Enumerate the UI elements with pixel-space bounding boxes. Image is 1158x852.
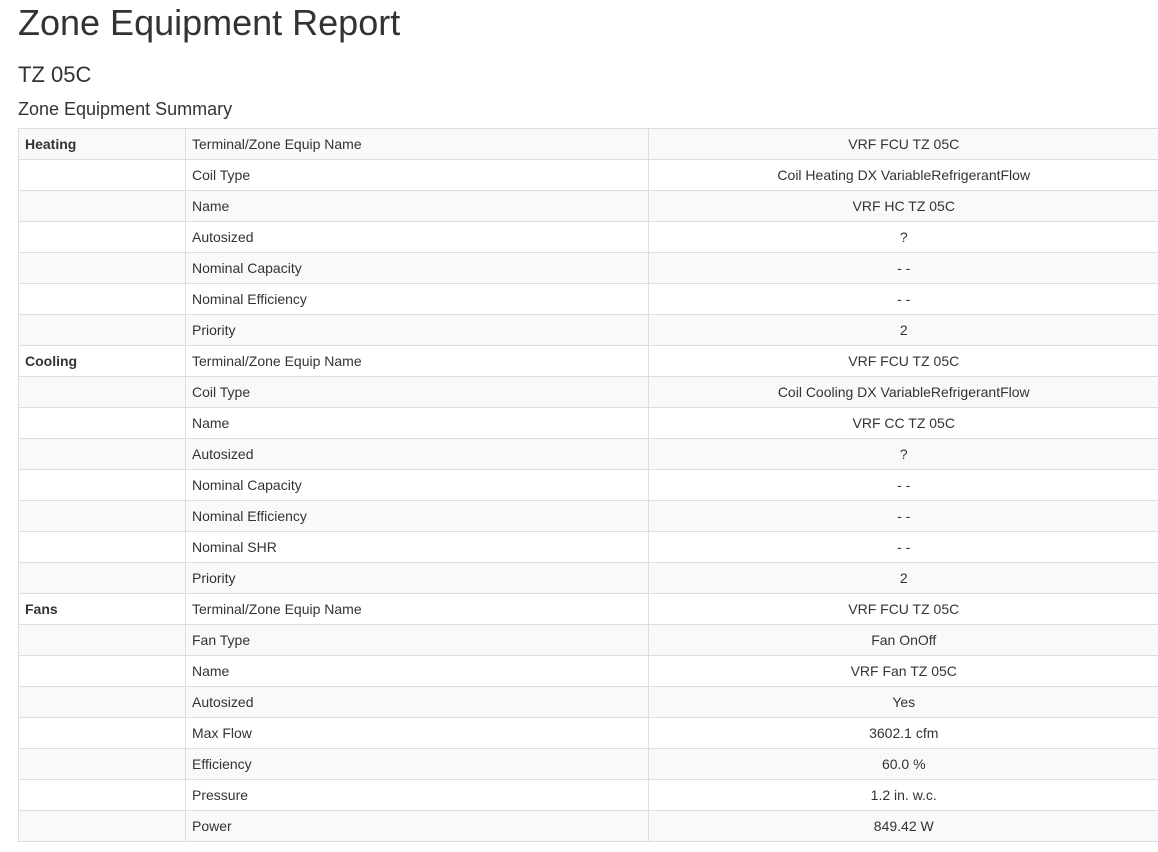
table-row: Nominal Efficiency - -	[18, 283, 1158, 315]
value-cell: - -	[648, 500, 1158, 532]
property-cell: Power	[185, 810, 649, 842]
property-cell: Name	[185, 655, 649, 687]
table-row: Heating Terminal/Zone Equip Name VRF FCU T…	[18, 128, 1158, 160]
table-row: Name VRF HC TZ 05C	[18, 190, 1158, 222]
group-cell	[18, 252, 186, 284]
table-row: Fan Type Fan OnOff	[18, 624, 1158, 656]
table-row: Autosized Yes	[18, 686, 1158, 718]
group-cell	[18, 190, 186, 222]
property-cell: Terminal/Zone Equip Name	[185, 345, 649, 377]
group-cell	[18, 779, 186, 811]
group-cell	[18, 376, 186, 408]
property-cell: Nominal Capacity	[185, 469, 649, 501]
property-cell: Efficiency	[185, 748, 649, 780]
property-cell: Nominal Efficiency	[185, 283, 649, 315]
table-row: Name VRF Fan TZ 05C	[18, 655, 1158, 687]
table-row: Cooling Terminal/Zone Equip Name VRF FCU T…	[18, 345, 1158, 377]
property-cell: Autosized	[185, 221, 649, 253]
table-body: Heating Terminal/Zone Equip Name VRF FCU T…	[18, 128, 1158, 842]
value-cell: VRF FCU TZ 05C	[648, 593, 1158, 625]
value-cell: VRF FCU TZ 05C	[648, 128, 1158, 160]
group-cell	[18, 810, 186, 842]
table-row: Nominal Efficiency - -	[18, 500, 1158, 532]
group-cell: Cooling	[18, 345, 186, 377]
value-cell: 2	[648, 314, 1158, 346]
table-row: Nominal Capacity - -	[18, 252, 1158, 284]
group-cell	[18, 531, 186, 563]
group-cell	[18, 655, 186, 687]
property-cell: Terminal/Zone Equip Name	[185, 593, 649, 625]
table-row: Autosized?	[18, 438, 1158, 470]
table-row: Power 849.42 W	[18, 810, 1158, 842]
value-cell: 1.2 in. w.c.	[648, 779, 1158, 811]
property-cell: Autosized	[185, 686, 649, 718]
property-cell: Coil Type	[185, 159, 649, 191]
property-cell: Terminal/Zone Equip Name	[185, 128, 649, 160]
section-title: Zone Equipment Summary	[18, 99, 233, 119]
value-cell: 2	[648, 562, 1158, 594]
group-cell	[18, 500, 186, 532]
property-cell: Nominal Capacity	[185, 252, 649, 284]
property-cell: Priority	[185, 314, 649, 346]
value-cell: - -	[648, 283, 1158, 315]
table-row: Efficiency 60.0 %	[18, 748, 1158, 780]
table-row: Coil Type Coil Cooling DX VariableRefrige…	[18, 376, 1158, 408]
value-cell: 3602.1 cfm	[648, 717, 1158, 749]
value-cell: Yes	[648, 686, 1158, 718]
property-cell: Nominal Efficiency	[185, 500, 649, 532]
group-cell	[18, 438, 186, 470]
group-cell	[18, 686, 186, 718]
property-cell: Autosized	[185, 438, 649, 470]
value-cell: 849.42 W	[648, 810, 1158, 842]
group-cell	[18, 469, 186, 501]
group-cell	[18, 283, 186, 315]
value-cell: ?	[648, 438, 1158, 470]
table-row: Name VRF CC TZ 05C	[18, 407, 1158, 439]
value-cell: VRF CC TZ 05C	[648, 407, 1158, 439]
group-cell	[18, 624, 186, 656]
table-row: Pressure 1.2 in. w.c.	[18, 779, 1158, 811]
value-cell: VRF HC TZ 05C	[648, 190, 1158, 222]
property-cell: Pressure	[185, 779, 649, 811]
property-cell: Coil Type	[185, 376, 649, 408]
table-row: Nominal SHR - -	[18, 531, 1158, 563]
zone-equipment-summary-table: Heating Terminal/Zone Equip Name VRF FCU T…	[18, 128, 1158, 842]
property-cell: Name	[185, 190, 649, 222]
group-cell	[18, 748, 186, 780]
group-cell	[18, 717, 186, 749]
group-cell	[18, 407, 186, 439]
value-cell: VRF Fan TZ 05C	[648, 655, 1158, 687]
property-cell: Priority	[185, 562, 649, 594]
value-cell: - -	[648, 469, 1158, 501]
value-cell: - -	[648, 531, 1158, 563]
property-cell: Max Flow	[185, 717, 649, 749]
value-cell: VRF FCU TZ 05C	[648, 345, 1158, 377]
group-cell	[18, 159, 186, 191]
value-cell: 60.0 %	[648, 748, 1158, 780]
value-cell: Coil Cooling DX VariableRefrigerantFlow	[648, 376, 1158, 408]
value-cell: ?	[648, 221, 1158, 253]
property-cell: Nominal SHR	[185, 531, 649, 563]
property-cell: Name	[185, 407, 649, 439]
table-row: Coil Type Coil Heating DX VariableRefrige…	[18, 159, 1158, 191]
table-row: Priority 2	[18, 562, 1158, 594]
value-cell: Fan OnOff	[648, 624, 1158, 656]
page-title: Zone Equipment Report	[18, 2, 401, 43]
group-cell	[18, 221, 186, 253]
property-cell: Fan Type	[185, 624, 649, 656]
table-row: Priority 2	[18, 314, 1158, 346]
table-row: Max Flow 3602.1 cfm	[18, 717, 1158, 749]
group-cell	[18, 314, 186, 346]
group-cell	[18, 562, 186, 594]
table-row: Nominal Capacity - -	[18, 469, 1158, 501]
group-cell: Fans	[18, 593, 186, 625]
table-row: Fans Terminal/Zone Equip Name VRF FCU TZ 0…	[18, 593, 1158, 625]
zone-title: TZ 05C	[18, 62, 92, 87]
value-cell: Coil Heating DX VariableRefrigerantFlow	[648, 159, 1158, 191]
group-cell: Heating	[18, 128, 186, 160]
value-cell: - -	[648, 252, 1158, 284]
table-row: Autosized?	[18, 221, 1158, 253]
